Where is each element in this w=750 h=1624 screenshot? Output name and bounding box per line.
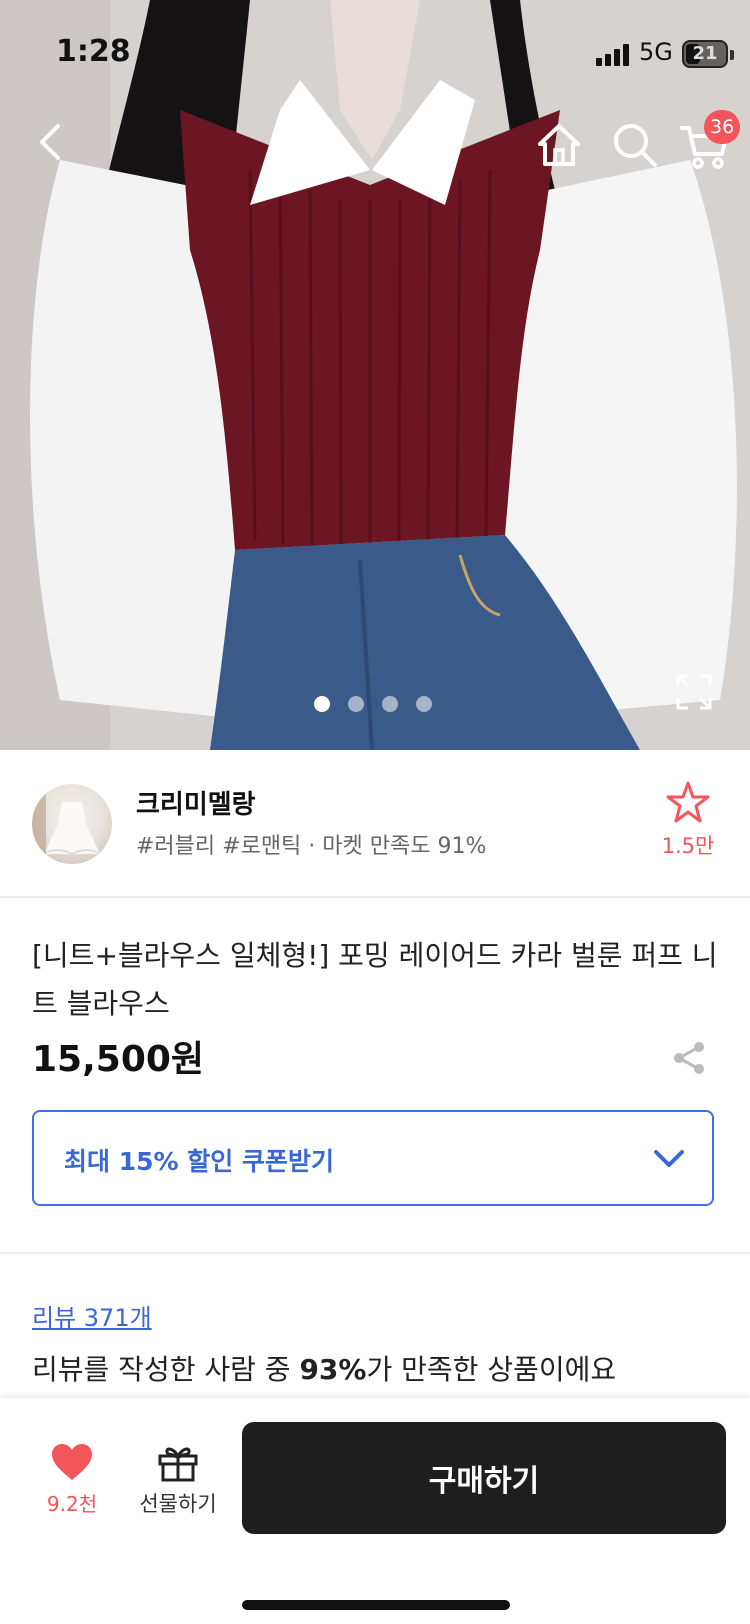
cart-count-badge: 36 bbox=[704, 110, 741, 144]
battery-icon: 21 bbox=[682, 40, 728, 68]
status-bar: 1:28 5G 21 bbox=[0, 0, 750, 100]
gift-button[interactable]: 선물하기 bbox=[130, 1442, 226, 1518]
gift-icon bbox=[158, 1447, 198, 1482]
bottom-action-bar: 9.2천 선물하기 구매하기 bbox=[0, 1398, 750, 1624]
review-count-link[interactable]: 리뷰 371개 bbox=[32, 1298, 152, 1333]
home-indicator bbox=[242, 1600, 510, 1610]
coupon-label: 최대 15% 할인 쿠폰받기 bbox=[64, 1147, 334, 1176]
review-summary-suffix: 가 만족한 상품이에요 bbox=[366, 1353, 617, 1386]
heart-icon bbox=[52, 1444, 92, 1480]
network-type: 5G bbox=[639, 38, 673, 66]
battery-level: 21 bbox=[692, 43, 718, 64]
chevron-down-icon bbox=[654, 1150, 684, 1167]
star-icon[interactable] bbox=[660, 780, 716, 824]
like-count: 9.2천 bbox=[46, 1492, 98, 1516]
battery-tip bbox=[730, 50, 734, 60]
page-dot[interactable] bbox=[314, 696, 330, 712]
gallery-pagination bbox=[314, 696, 432, 712]
shop-name[interactable]: 크리미멜랑 bbox=[136, 784, 256, 821]
review-satisfaction-rate: 93% bbox=[299, 1353, 367, 1386]
expand-icon[interactable] bbox=[676, 674, 712, 710]
shop-avatar-image bbox=[32, 784, 101, 864]
shop-avatar[interactable] bbox=[32, 784, 112, 864]
back-icon[interactable] bbox=[28, 118, 76, 166]
share-icon[interactable] bbox=[672, 1040, 706, 1076]
page-dot[interactable] bbox=[416, 696, 432, 712]
page-dot[interactable] bbox=[382, 696, 398, 712]
page-dot[interactable] bbox=[348, 696, 364, 712]
shop-tags: #러블리 #로맨틱 · 마켓 만족도 91% bbox=[136, 834, 487, 859]
status-time: 1:28 bbox=[56, 34, 131, 69]
review-summary: 리뷰를 작성한 사람 중 93%가 만족한 상품이에요 bbox=[32, 1348, 616, 1388]
product-image-gallery[interactable]: 1:28 5G 21 36 bbox=[0, 0, 750, 750]
product-photo bbox=[0, 0, 750, 750]
divider bbox=[0, 1252, 750, 1254]
shop-favorite-count: 1.5만 bbox=[661, 834, 715, 858]
search-icon[interactable] bbox=[608, 118, 662, 172]
review-summary-prefix: 리뷰를 작성한 사람 중 bbox=[32, 1353, 300, 1386]
coupon-button[interactable]: 최대 15% 할인 쿠폰받기 bbox=[32, 1110, 714, 1206]
home-icon[interactable] bbox=[532, 118, 586, 172]
buy-button[interactable]: 구매하기 bbox=[242, 1422, 726, 1534]
signal-icon bbox=[596, 44, 629, 66]
divider bbox=[0, 896, 750, 898]
like-button[interactable]: 9.2천 bbox=[40, 1442, 104, 1517]
gift-label: 선물하기 bbox=[139, 1492, 217, 1516]
shop-info-row[interactable]: 크리미멜랑 #러블리 #로맨틱 · 마켓 만족도 91% 1.5만 bbox=[0, 750, 750, 898]
product-price: 15,500원 bbox=[32, 1039, 205, 1080]
product-title: [니트+블라우스 일체형!] 포밍 레이어드 카라 벌룬 퍼프 니트 블라우스 bbox=[32, 939, 718, 1020]
